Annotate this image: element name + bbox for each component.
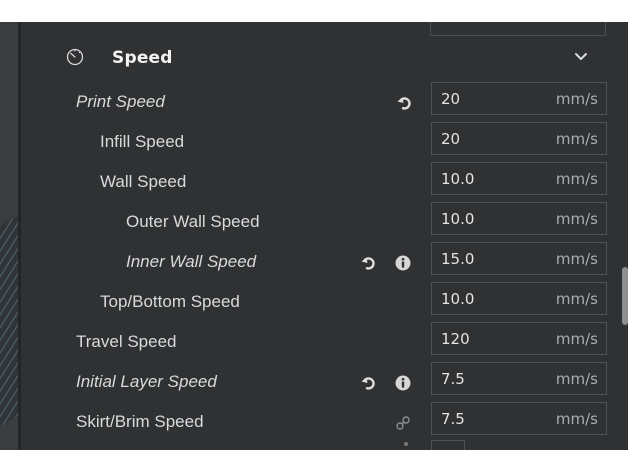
scrollbar-thumb[interactable] <box>622 267 628 325</box>
setting-row: Outer Wall Speed 10.0 mm/s <box>0 202 610 242</box>
unit-label: mm/s <box>555 250 598 268</box>
unit-label: mm/s <box>555 90 598 108</box>
value-text[interactable]: 7.5 <box>441 410 465 428</box>
value-text[interactable]: 10.0 <box>441 210 474 228</box>
setting-label: Inner Wall Speed <box>126 252 257 271</box>
setting-label: Infill Speed <box>100 132 185 151</box>
next-setting-field[interactable] <box>431 440 465 450</box>
speed-value-field[interactable]: 120 mm/s <box>431 322 607 355</box>
setting-row: Travel Speed 120 mm/s <box>0 322 610 362</box>
setting-label: Outer Wall Speed <box>126 212 260 231</box>
unit-label: mm/s <box>555 410 598 428</box>
speed-value-field[interactable]: 7.5 mm/s <box>431 402 607 435</box>
value-text[interactable]: 10.0 <box>441 290 474 308</box>
unit-label: mm/s <box>555 170 598 188</box>
chevron-down-icon[interactable] <box>574 52 588 62</box>
setting-label: Top/Bottom Speed <box>100 292 240 311</box>
unit-label: mm/s <box>555 290 598 308</box>
value-text[interactable]: 7.5 <box>441 370 465 388</box>
link-icon <box>394 414 412 432</box>
setting-row: Initial Layer Speed 7.5 mm/s <box>0 362 610 402</box>
value-text[interactable]: 20 <box>441 90 460 108</box>
value-text[interactable]: 10.0 <box>441 170 474 188</box>
speed-section-header[interactable]: Speed <box>40 40 610 76</box>
setting-label: Print Speed <box>76 92 165 111</box>
info-icon[interactable] <box>394 254 412 272</box>
setting-label: Skirt/Brim Speed <box>76 412 204 431</box>
speed-value-field[interactable]: 7.5 mm/s <box>431 362 607 395</box>
unit-label: mm/s <box>555 330 598 348</box>
value-text[interactable]: 15.0 <box>441 250 474 268</box>
speed-value-field[interactable]: 10.0 mm/s <box>431 282 607 315</box>
next-setting-icon <box>404 442 408 446</box>
setting-row: Inner Wall Speed 15.0 mm/s <box>0 242 610 282</box>
setting-row: Skirt/Brim Speed 7.5 mm/s <box>0 402 610 442</box>
unit-label: mm/s <box>555 370 598 388</box>
unit-label: mm/s <box>555 130 598 148</box>
reset-icon[interactable] <box>360 254 378 272</box>
setting-row: Infill Speed 20 mm/s <box>0 122 610 162</box>
speed-value-field[interactable]: 10.0 mm/s <box>431 162 607 195</box>
unit-label: mm/s <box>555 210 598 228</box>
setting-row: Print Speed 20 mm/s <box>0 82 610 122</box>
previous-setting-field[interactable] <box>430 22 606 36</box>
speed-value-field[interactable]: 20 mm/s <box>431 122 607 155</box>
setting-row: Top/Bottom Speed 10.0 mm/s <box>0 282 610 322</box>
settings-panel: Speed Print Speed 20 mm/s Infill Speed 20 mm/… <box>0 22 628 450</box>
setting-row: Wall Speed 10.0 mm/s <box>0 162 610 202</box>
setting-label: Initial Layer Speed <box>76 372 217 391</box>
speed-value-field[interactable]: 20 mm/s <box>431 82 607 115</box>
reset-icon[interactable] <box>360 374 378 392</box>
speedometer-icon <box>66 48 84 66</box>
value-text[interactable]: 20 <box>441 130 460 148</box>
setting-label: Travel Speed <box>76 332 177 351</box>
value-text[interactable]: 120 <box>441 330 470 348</box>
setting-label: Wall Speed <box>100 172 187 191</box>
info-icon[interactable] <box>394 374 412 392</box>
reset-icon[interactable] <box>396 94 414 112</box>
speed-value-field[interactable]: 10.0 mm/s <box>431 202 607 235</box>
section-title: Speed <box>112 48 173 68</box>
speed-value-field[interactable]: 15.0 mm/s <box>431 242 607 275</box>
